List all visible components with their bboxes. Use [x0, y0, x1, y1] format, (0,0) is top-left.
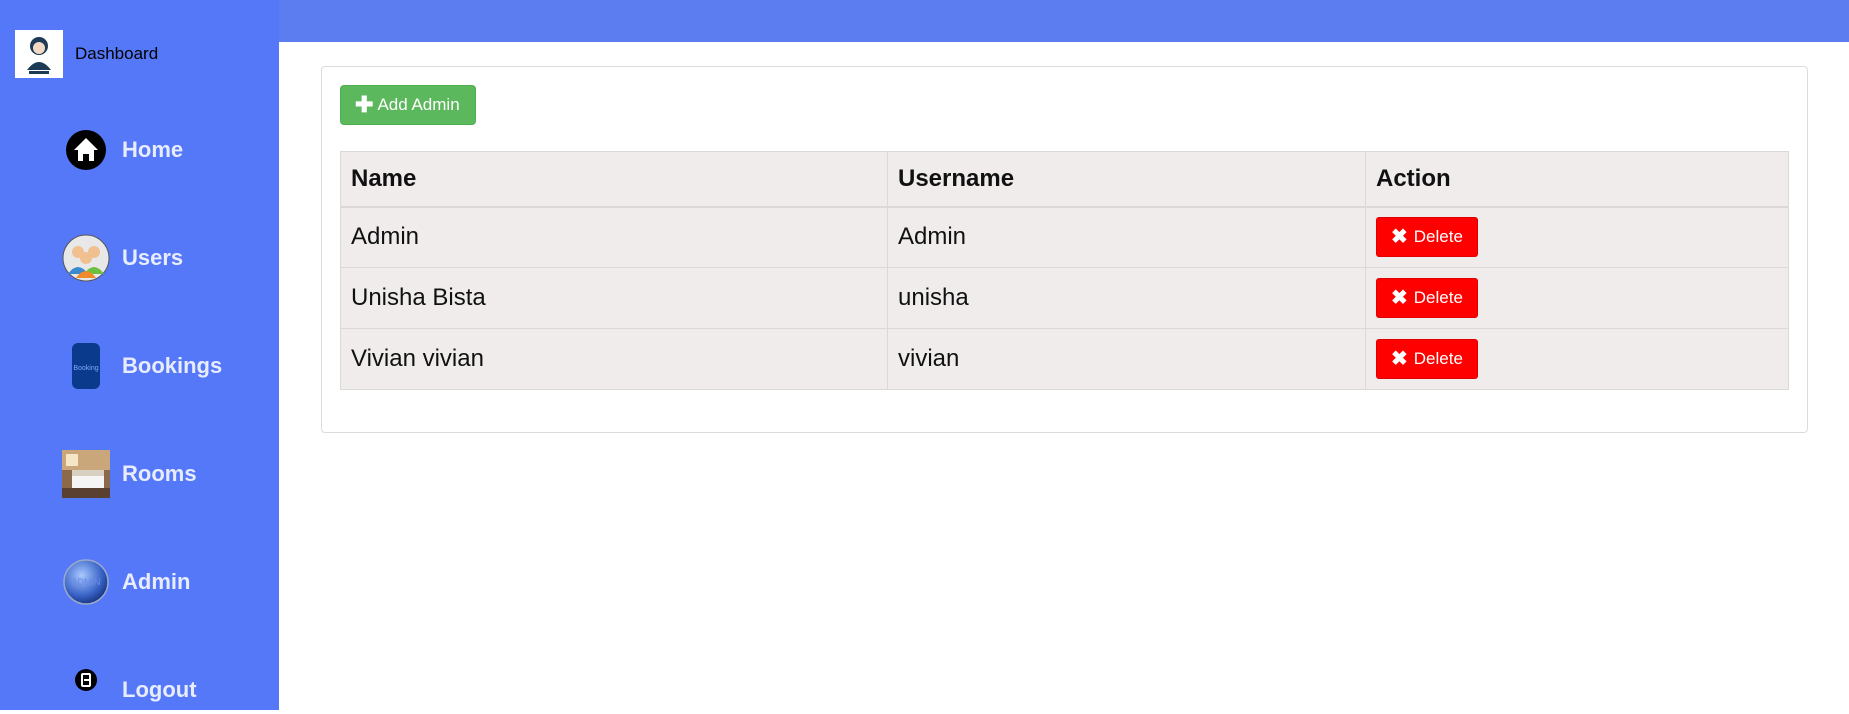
- column-header-name: Name: [340, 151, 888, 208]
- delete-button[interactable]: ✖ Delete: [1376, 339, 1478, 379]
- cell-action: ✖ Delete: [1365, 206, 1789, 268]
- table-row: Unisha Bista unisha ✖ Delete: [340, 267, 1789, 329]
- sidebar-item-label: Users: [122, 245, 184, 270]
- add-admin-button[interactable]: ✚ Add Admin: [340, 85, 476, 125]
- room-photo-icon: [62, 450, 110, 498]
- sidebar-item-label: Bookings: [122, 353, 223, 378]
- cell-action: ✖ Delete: [1365, 328, 1789, 390]
- table-header-row: Name Username Action: [340, 151, 1789, 208]
- cell-username: Admin: [887, 206, 1366, 268]
- sidebar-item-label: Admin: [122, 569, 191, 594]
- cell-username: unisha: [887, 267, 1366, 329]
- sidebar-item-label: Rooms: [122, 461, 197, 486]
- booking-icon: Booking: [62, 342, 110, 390]
- column-header-action: Action: [1365, 151, 1789, 208]
- close-icon: ✖: [1391, 226, 1408, 249]
- admin-globe-icon: ADMIN: [62, 558, 110, 606]
- delete-label: Delete: [1413, 288, 1463, 307]
- admin-panel: ✚ Add Admin Name Username Action Admin A…: [321, 66, 1808, 433]
- sidebar: Dashboard Home Users Booking Bookings Ro…: [0, 0, 279, 710]
- add-admin-label: Add Admin: [377, 95, 460, 114]
- sidebar-item-users[interactable]: Users: [62, 234, 183, 282]
- delete-label: Delete: [1413, 227, 1463, 247]
- cell-action: ✖ Delete: [1365, 267, 1789, 329]
- home-icon: [62, 126, 110, 174]
- svg-text:Booking: Booking: [73, 365, 98, 372]
- close-icon: ✖: [1391, 348, 1408, 370]
- sidebar-item-rooms[interactable]: Rooms: [62, 450, 197, 498]
- users-icon: [62, 234, 110, 282]
- table-row: Admin Admin ✖ Delete: [340, 206, 1789, 268]
- delete-button[interactable]: ✖ Delete: [1376, 278, 1478, 318]
- sidebar-item-logout[interactable]: Logout: [62, 666, 197, 714]
- sidebar-item-label: Logout: [122, 677, 197, 702]
- cell-name: Admin: [340, 206, 888, 268]
- sidebar-item-admin[interactable]: ADMIN Admin: [62, 558, 190, 606]
- top-bar: [279, 0, 1849, 42]
- column-header-username: Username: [887, 151, 1366, 208]
- close-icon: ✖: [1391, 287, 1408, 309]
- sidebar-item-home[interactable]: Home: [62, 126, 183, 174]
- plus-icon: ✚: [355, 92, 374, 117]
- brand-title: Dashboard: [75, 44, 159, 63]
- brand[interactable]: Dashboard: [15, 30, 158, 78]
- admin-avatar-icon: [15, 30, 63, 78]
- sidebar-item-bookings[interactable]: Booking Bookings: [62, 342, 222, 390]
- delete-button[interactable]: ✖ Delete: [1376, 217, 1478, 258]
- table-row: Vivian vivian vivian ✖ Delete: [340, 328, 1789, 390]
- cell-username: vivian: [887, 328, 1366, 390]
- cell-name: Vivian vivian: [340, 328, 888, 390]
- logout-icon: [62, 666, 110, 714]
- svg-text:ADMIN: ADMIN: [72, 577, 101, 587]
- sidebar-item-label: Home: [122, 137, 184, 162]
- delete-label: Delete: [1413, 349, 1463, 368]
- cell-name: Unisha Bista: [340, 267, 888, 329]
- admin-table: Name Username Action Admin Admin ✖ Delet…: [340, 151, 1789, 390]
